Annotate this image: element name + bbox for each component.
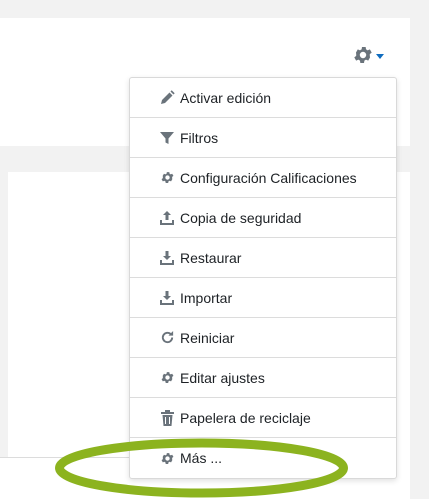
menu-item-label: Papelera de reciclaje <box>180 409 311 426</box>
gear-icon <box>158 369 176 387</box>
menu-item-label: Filtros <box>180 129 219 146</box>
menu-item-label: Configuración Calificaciones <box>180 169 357 186</box>
settings-menu-toggle[interactable] <box>352 40 386 70</box>
trash-icon <box>158 409 176 427</box>
menu-item-label: Más ... <box>180 450 223 466</box>
menu-item-configuracion-calificaciones[interactable]: Configuración Calificaciones <box>130 158 396 198</box>
menu-item-importar[interactable]: Importar <box>130 278 396 318</box>
menu-item-label: Copia de seguridad <box>180 209 302 226</box>
menu-item-label: Importar <box>180 289 233 306</box>
settings-dropdown-menu: Activar edición Filtros Configuración Ca… <box>129 77 397 479</box>
pencil-icon <box>158 89 176 107</box>
filter-icon <box>158 129 176 147</box>
menu-item-mas[interactable]: Más ... <box>130 438 396 478</box>
menu-item-label: Reiniciar <box>180 329 235 346</box>
menu-item-papelera-de-reciclaje[interactable]: Papelera de reciclaje <box>130 398 396 438</box>
menu-item-copia-de-seguridad[interactable]: Copia de seguridad <box>130 198 396 238</box>
refresh-icon <box>158 329 176 347</box>
upload-icon <box>158 209 176 227</box>
menu-item-label: Editar ajustes <box>180 369 265 386</box>
download-icon <box>158 289 176 307</box>
menu-item-label: Activar edición <box>180 89 272 106</box>
top-background-strip <box>0 0 429 18</box>
left-background-edge <box>0 172 8 458</box>
gear-icon <box>158 169 176 187</box>
menu-item-activar-edicion[interactable]: Activar edición <box>130 78 396 118</box>
gear-icon <box>352 44 374 66</box>
download-icon <box>158 249 176 267</box>
menu-item-filtros[interactable]: Filtros <box>130 118 396 158</box>
right-background-strip <box>410 18 429 499</box>
gear-icon <box>158 449 176 467</box>
menu-item-restaurar[interactable]: Restaurar <box>130 238 396 278</box>
menu-item-label: Restaurar <box>180 249 242 266</box>
menu-item-reiniciar[interactable]: Reiniciar <box>130 318 396 358</box>
content-divider <box>0 457 130 458</box>
menu-item-editar-ajustes[interactable]: Editar ajustes <box>130 358 396 398</box>
caret-down-icon <box>376 47 384 65</box>
